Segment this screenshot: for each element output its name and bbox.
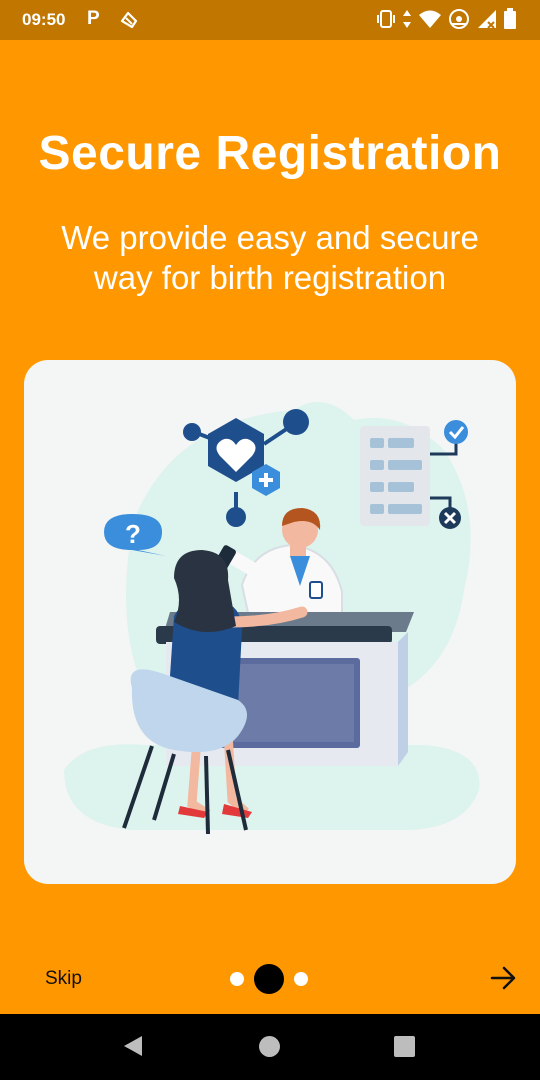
data-arrows-icon	[403, 10, 411, 28]
skip-button[interactable]: Skip	[45, 968, 82, 990]
back-button[interactable]	[122, 1034, 144, 1063]
onboarding-nav: Skip	[0, 950, 540, 1010]
arrow-right-icon	[490, 966, 516, 990]
page-dot-2-active[interactable]	[254, 964, 284, 994]
battery-icon	[504, 8, 516, 29]
status-time: 09:50	[22, 10, 66, 29]
status-bar: 09:50 P	[0, 0, 540, 40]
illustration-card: ?	[24, 360, 516, 884]
triangle-back-icon	[124, 1036, 142, 1056]
page-dot-1[interactable]	[230, 972, 244, 986]
page-indicator	[230, 964, 308, 994]
status-icons	[376, 8, 516, 30]
square-recents-icon[interactable]	[394, 1036, 415, 1057]
page-dot-3[interactable]	[294, 972, 308, 986]
doctor-registration-illustration-icon: ?	[64, 402, 480, 835]
onboarding-subtitle: We provide easy and secure way for birth…	[61, 219, 479, 296]
signal-icon	[478, 10, 496, 29]
wifi-icon	[419, 10, 441, 28]
parking-p-icon: P	[87, 8, 100, 29]
hand-wave-icon	[118, 9, 140, 36]
hotspot-icon	[449, 9, 469, 29]
next-button[interactable]	[490, 966, 518, 995]
vibrate-icon	[377, 10, 395, 28]
circle-home-icon[interactable]	[259, 1036, 280, 1057]
svg-text:?: ?	[125, 519, 141, 549]
system-nav-bar	[0, 1014, 540, 1080]
onboarding-title: Secure Registration	[38, 127, 502, 180]
